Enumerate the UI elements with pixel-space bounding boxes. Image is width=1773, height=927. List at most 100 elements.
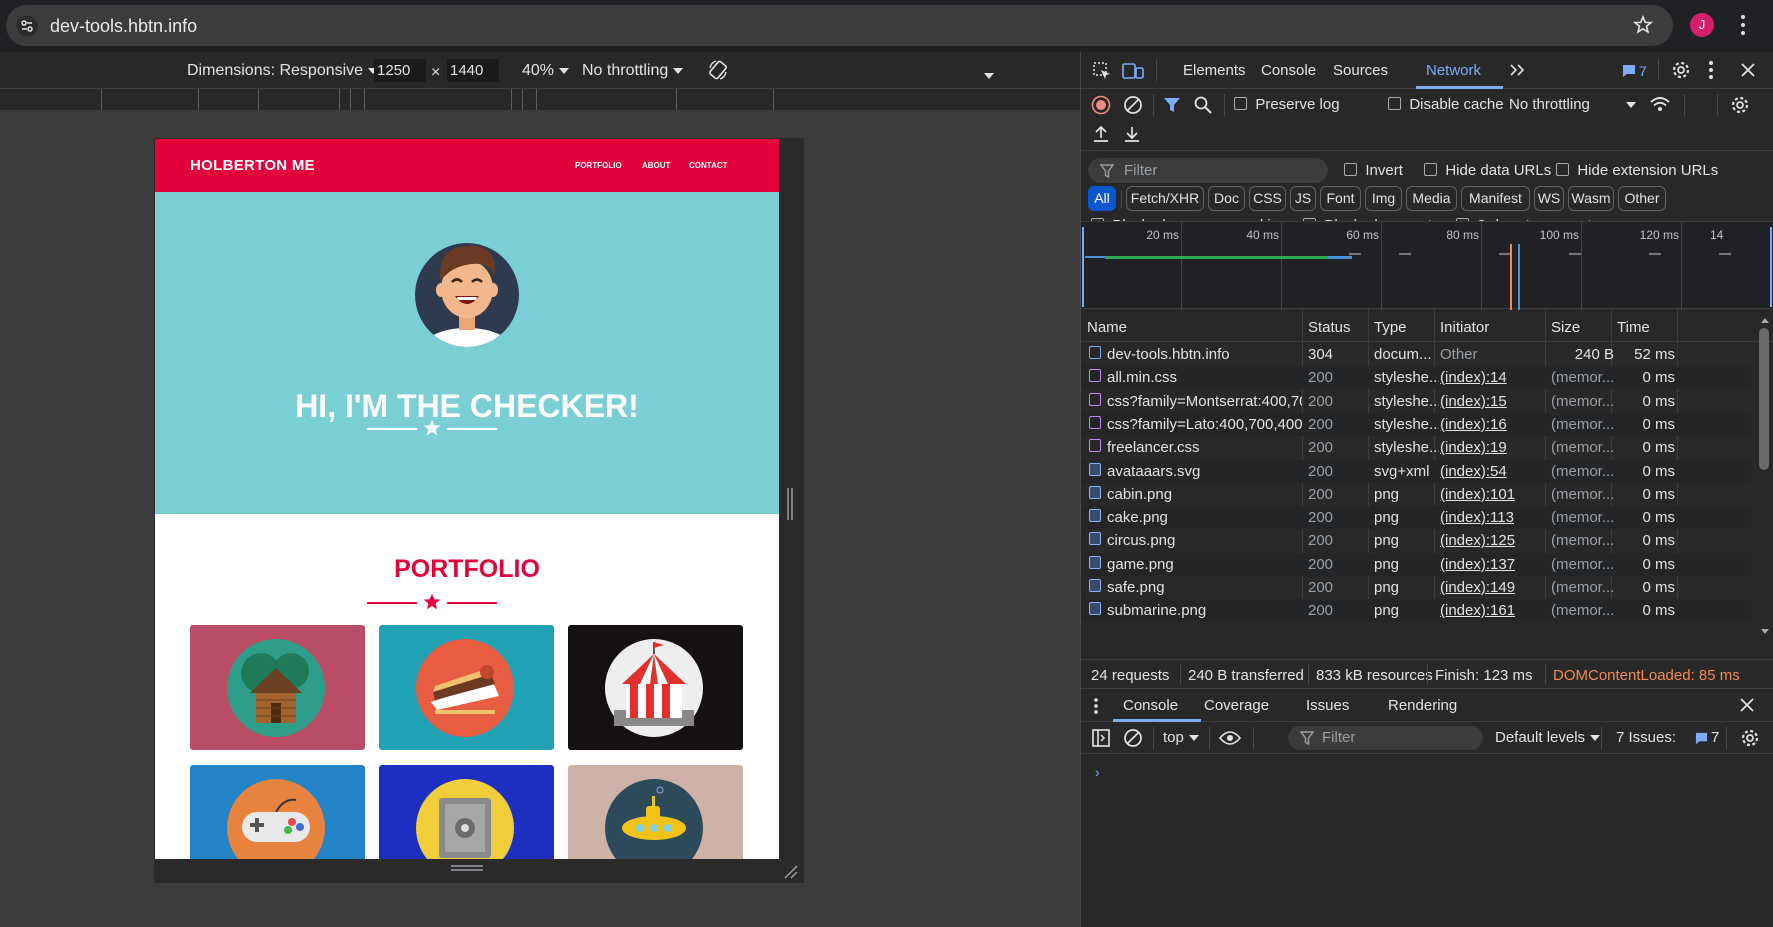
- width-input[interactable]: [374, 59, 426, 82]
- device-toggle-icon[interactable]: [1122, 61, 1144, 81]
- chip-other[interactable]: Other: [1618, 186, 1666, 211]
- cell-initiator[interactable]: (index):113: [1440, 509, 1545, 526]
- cell-initiator[interactable]: (index):16: [1440, 416, 1545, 433]
- import-har-icon[interactable]: [1092, 125, 1110, 143]
- live-expression-eye-icon[interactable]: [1219, 730, 1241, 746]
- chip-fetch-xhr[interactable]: Fetch/XHR: [1126, 186, 1204, 211]
- cell-initiator[interactable]: (index):137: [1440, 556, 1545, 573]
- cell-initiator[interactable]: (index):101: [1440, 486, 1545, 503]
- chip-wasm[interactable]: Wasm: [1568, 186, 1614, 211]
- tab-sources[interactable]: Sources: [1333, 62, 1388, 79]
- console-filter-input[interactable]: Filter: [1288, 726, 1483, 750]
- close-devtools-icon[interactable]: [1740, 62, 1756, 78]
- portfolio-tile-cake[interactable]: [379, 625, 554, 750]
- issues-badge-icon[interactable]: [1622, 64, 1636, 78]
- network-overview-timeline[interactable]: 20 ms 40 ms 60 ms 80 ms 100 ms 120 ms 14: [1081, 221, 1773, 310]
- cell-initiator[interactable]: (index):15: [1440, 393, 1545, 410]
- profile-avatar[interactable]: J: [1690, 13, 1714, 37]
- portfolio-tile-circus[interactable]: [568, 625, 743, 750]
- console-settings-gear-icon[interactable]: [1740, 728, 1760, 748]
- drawer-menu-icon[interactable]: [1093, 697, 1099, 715]
- cell-initiator[interactable]: (index):54: [1440, 463, 1545, 480]
- resize-handle-bottom[interactable]: [451, 864, 483, 872]
- context-selector[interactable]: top: [1163, 729, 1199, 746]
- preserve-log-checkbox[interactable]: Preserve log: [1234, 96, 1340, 113]
- portfolio-tile-safe[interactable]: [379, 765, 554, 859]
- chip-css[interactable]: CSS: [1249, 186, 1286, 211]
- log-levels-dropdown[interactable]: Default levels: [1495, 729, 1601, 746]
- table-row[interactable]: dev-tools.hbtn.info 304 docum... Other 240 B…: [1081, 343, 1751, 366]
- console-clear-icon[interactable]: [1123, 728, 1143, 748]
- rotate-icon[interactable]: [707, 59, 729, 81]
- chip-media[interactable]: Media: [1406, 186, 1457, 211]
- close-drawer-icon[interactable]: [1740, 698, 1754, 712]
- clear-icon[interactable]: [1123, 95, 1143, 115]
- media-query-ruler[interactable]: [0, 89, 1080, 111]
- chip-doc[interactable]: Doc: [1208, 186, 1245, 211]
- network-settings-gear-icon[interactable]: [1730, 95, 1750, 115]
- table-row[interactable]: circus.png 200 png (index):125 (memor... 0 ms: [1081, 529, 1751, 552]
- hide-extension-urls-checkbox[interactable]: Hide extension URLs: [1556, 162, 1718, 179]
- drawer-tab-issues[interactable]: Issues: [1306, 697, 1349, 714]
- console-prompt[interactable]: ›: [1095, 764, 1100, 780]
- chip-manifest[interactable]: Manifest: [1461, 186, 1530, 211]
- throttling-dropdown[interactable]: No throttling: [582, 62, 684, 80]
- devtools-menu-icon[interactable]: [1708, 60, 1714, 80]
- nav-portfolio[interactable]: PORTFOLIO: [575, 161, 622, 170]
- console-issues-icon[interactable]: [1695, 732, 1708, 745]
- table-row[interactable]: all.min.css 200 styleshe... (index):14 (memo…: [1081, 366, 1751, 390]
- tab-network[interactable]: Network: [1426, 62, 1481, 79]
- network-filter-input[interactable]: Filter: [1088, 158, 1328, 183]
- table-row[interactable]: submarine.png 200 png (index):161 (memor... 0…: [1081, 599, 1751, 623]
- cell-initiator[interactable]: (index):149: [1440, 579, 1545, 596]
- hide-data-urls-checkbox[interactable]: Hide data URLs: [1424, 162, 1551, 179]
- tab-elements[interactable]: Elements: [1183, 62, 1246, 79]
- network-conditions-icon[interactable]: [1649, 96, 1671, 114]
- more-tabs-icon[interactable]: [1509, 63, 1525, 77]
- issues-badge-count[interactable]: 7: [1639, 63, 1647, 79]
- disable-cache-checkbox[interactable]: Disable cache: [1388, 96, 1504, 113]
- height-input[interactable]: [447, 59, 499, 82]
- browser-menu-icon[interactable]: [1740, 14, 1746, 36]
- site-brand[interactable]: HOLBERTON ME: [190, 157, 315, 174]
- table-row[interactable]: css?family=Montserrat:400,700 200 styleshe…: [1081, 390, 1751, 413]
- table-row[interactable]: css?family=Lato:400,700,400ita... 200 styl…: [1081, 412, 1751, 436]
- col-type-header[interactable]: Type: [1374, 319, 1407, 336]
- device-toolbar-more-icon[interactable]: [984, 67, 994, 85]
- settings-gear-icon[interactable]: [1671, 60, 1691, 80]
- overview-left-handle[interactable]: [1082, 227, 1084, 307]
- col-size-header[interactable]: Size: [1551, 319, 1580, 336]
- tab-console[interactable]: Console: [1261, 62, 1316, 79]
- invert-checkbox[interactable]: Invert: [1344, 162, 1403, 179]
- resize-handle-corner[interactable]: [784, 865, 798, 879]
- url-text[interactable]: dev-tools.hbtn.info: [50, 16, 197, 37]
- table-row[interactable]: cake.png 200 png (index):113 (memor... 0 ms: [1081, 506, 1751, 530]
- zoom-dropdown[interactable]: 40%: [522, 62, 570, 80]
- table-row[interactable]: cabin.png 200 png (index):101 (memor... 0 ms: [1081, 483, 1751, 506]
- drawer-tab-console[interactable]: Console: [1123, 697, 1178, 714]
- console-issues-label[interactable]: 7 Issues:: [1616, 729, 1676, 746]
- record-stop-icon[interactable]: [1091, 95, 1111, 115]
- portfolio-tile-game[interactable]: [190, 765, 365, 859]
- console-issues-count[interactable]: 7: [1711, 729, 1719, 746]
- network-throttling-dropdown[interactable]: No throttling: [1509, 96, 1636, 113]
- col-time-header[interactable]: Time: [1617, 319, 1650, 336]
- export-har-icon[interactable]: [1123, 125, 1141, 143]
- chip-js[interactable]: JS: [1290, 186, 1316, 211]
- chip-all[interactable]: All: [1088, 186, 1116, 211]
- chip-font[interactable]: Font: [1320, 186, 1361, 211]
- col-initiator-header[interactable]: Initiator: [1440, 319, 1489, 336]
- portfolio-tile-cabin[interactable]: [190, 625, 365, 750]
- table-row[interactable]: safe.png 200 png (index):149 (memor... 0 ms: [1081, 576, 1751, 599]
- col-name-header[interactable]: Name: [1087, 319, 1127, 336]
- chip-img[interactable]: Img: [1365, 186, 1402, 211]
- emulated-page[interactable]: HOLBERTON ME PORTFOLIO ABOUT CONTACT HI,…: [155, 139, 779, 859]
- cell-initiator[interactable]: (index):19: [1440, 439, 1545, 456]
- console-sidebar-icon[interactable]: [1091, 728, 1111, 748]
- table-row[interactable]: game.png 200 png (index):137 (memor... 0 ms: [1081, 552, 1751, 576]
- chip-ws[interactable]: WS: [1534, 186, 1564, 211]
- filter-toggle-icon[interactable]: [1163, 96, 1181, 114]
- site-info-icon[interactable]: [16, 15, 38, 37]
- portfolio-tile-submarine[interactable]: [568, 765, 743, 859]
- cell-initiator[interactable]: (index):14: [1440, 369, 1545, 386]
